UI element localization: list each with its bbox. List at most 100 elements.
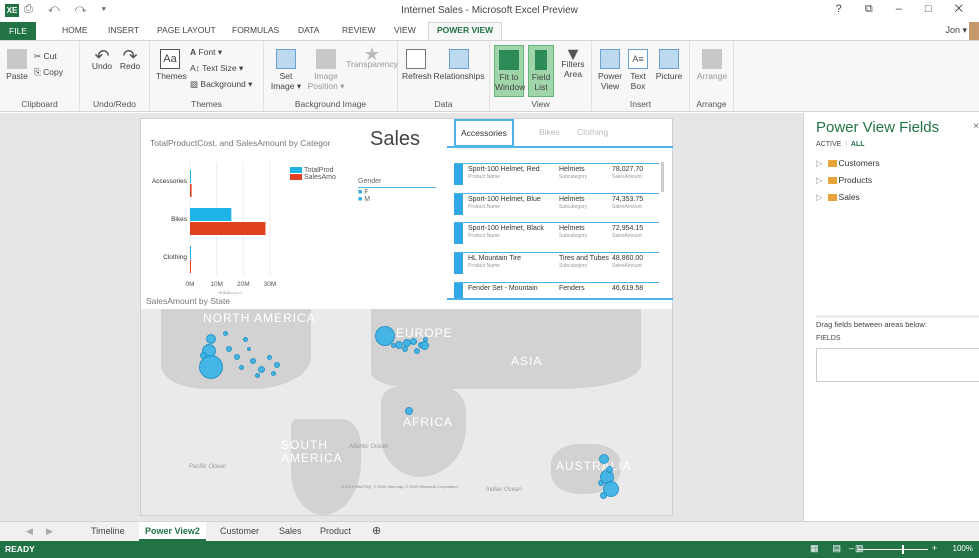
window-controls[interactable]: ? ⧉ – □ ✕ bbox=[836, 3, 973, 16]
map-bubble[interactable] bbox=[605, 465, 613, 473]
tab-file[interactable]: FILE bbox=[0, 22, 36, 40]
legend-swatch bbox=[290, 167, 302, 174]
map-bubble[interactable] bbox=[206, 334, 216, 344]
add-sheet-icon[interactable]: ⊕ bbox=[372, 524, 381, 537]
picture-button[interactable]: Picture bbox=[652, 49, 686, 81]
map-bubble[interactable] bbox=[599, 454, 609, 464]
arrange-button[interactable]: Arrange bbox=[694, 49, 730, 81]
themes-button[interactable]: Aa Themes bbox=[156, 49, 187, 81]
tab-view[interactable]: VIEW bbox=[394, 25, 416, 35]
product-card[interactable]: Fender Set - Mountain Fenders 46,619.58 bbox=[454, 282, 659, 298]
map-bubble[interactable] bbox=[222, 330, 228, 336]
cut-button[interactable]: ✂ Cut bbox=[34, 51, 57, 62]
field-table-sales[interactable]: ▷ Sales bbox=[816, 192, 860, 203]
scroll-left-icon[interactable]: ◀ bbox=[26, 526, 33, 537]
map-bubble[interactable] bbox=[598, 480, 604, 486]
product-card[interactable]: Sport-100 Helmet, Red Helmets 78,027.70 Pro… bbox=[454, 163, 659, 185]
zoom-slider-thumb[interactable] bbox=[902, 545, 904, 554]
bar-chart[interactable]: 0M 10M 20M 30M (Millions) Accessories Bikes Clo… bbox=[140, 148, 290, 294]
fit-to-window-button[interactable]: Fit to Window bbox=[494, 45, 525, 97]
scrollbar[interactable] bbox=[661, 162, 664, 192]
page-title[interactable]: Sales bbox=[370, 128, 420, 151]
zoom-out-icon[interactable]: – bbox=[849, 543, 854, 553]
scroll-right-icon[interactable]: ▶ bbox=[46, 526, 53, 537]
map-bubble[interactable] bbox=[419, 340, 429, 350]
product-card[interactable]: HL Mountain Tire Tires and Tubes 48,860.00… bbox=[454, 252, 659, 274]
sheet-tab-sales[interactable]: Sales bbox=[279, 526, 302, 536]
tile-tab-accessories[interactable]: Accessories bbox=[454, 119, 514, 147]
zoom-level[interactable]: 100% bbox=[953, 544, 973, 553]
map-bubble[interactable] bbox=[270, 370, 276, 376]
zoom-in-icon[interactable]: + bbox=[932, 543, 937, 553]
user-account[interactable]: Jon ▾ bbox=[945, 25, 967, 36]
map-bubble[interactable] bbox=[250, 358, 256, 364]
map-bubble[interactable] bbox=[414, 348, 420, 354]
card-accent bbox=[454, 253, 463, 274]
relationships-button[interactable]: Relationships bbox=[430, 49, 488, 81]
map-bubble[interactable] bbox=[242, 336, 248, 342]
map-bubble[interactable] bbox=[599, 491, 607, 499]
category-label: Accessories bbox=[152, 178, 188, 185]
card-field-label: Subcategory bbox=[559, 233, 588, 239]
transparency-button[interactable]: ★ Transparency bbox=[346, 45, 398, 69]
tab-power-view[interactable]: POWER VIEW bbox=[428, 22, 503, 40]
map-bubble[interactable] bbox=[247, 347, 251, 351]
gender-item-m[interactable]: ■ M bbox=[358, 196, 436, 203]
fields-drop-area[interactable] bbox=[816, 348, 979, 382]
close-icon[interactable]: × bbox=[973, 121, 979, 132]
tab-formulas[interactable]: FORMULAS bbox=[232, 25, 279, 35]
tile-tab-clothing[interactable]: Clothing bbox=[577, 127, 608, 137]
map-bubble[interactable] bbox=[409, 337, 417, 345]
map-bubble[interactable] bbox=[238, 364, 244, 370]
map-bubble[interactable] bbox=[199, 351, 207, 359]
gender-slicer[interactable]: Gender ■ F ■ M bbox=[358, 178, 436, 203]
tab-review[interactable]: REVIEW bbox=[342, 25, 376, 35]
power-view-button[interactable]: Power View bbox=[596, 49, 624, 91]
sheet-tab-power-view2[interactable]: Power View2 bbox=[139, 522, 206, 541]
tab-home[interactable]: HOME bbox=[62, 25, 88, 35]
tab-active-fields[interactable]: ACTIVE bbox=[816, 141, 841, 148]
undo-button[interactable]: ↶ Undo bbox=[90, 47, 114, 71]
background-button[interactable]: ▨ Background ▾ bbox=[190, 79, 252, 90]
sheet-tab-customer[interactable]: Customer bbox=[220, 526, 259, 536]
map-bubble[interactable] bbox=[390, 342, 396, 348]
product-sales-amount: 48,860.00 bbox=[612, 255, 644, 262]
map-bubble[interactable] bbox=[234, 354, 240, 360]
refresh-button[interactable]: Refresh bbox=[402, 49, 432, 81]
gender-item-f[interactable]: ■ F bbox=[358, 187, 436, 196]
tab-data[interactable]: DATA bbox=[298, 25, 319, 35]
card-field-label: SalesAmount bbox=[612, 174, 642, 180]
map-bubble[interactable] bbox=[405, 407, 413, 415]
map-bubble[interactable] bbox=[274, 362, 280, 368]
map-bubble[interactable] bbox=[199, 355, 223, 379]
product-card[interactable]: Sport-100 Helmet, Black Helmets 72,954.15 P… bbox=[454, 222, 659, 244]
text-box-button[interactable]: A≡ Text Box bbox=[626, 49, 650, 91]
avatar[interactable] bbox=[969, 22, 979, 40]
filters-area-button[interactable]: ▼ Filters Area bbox=[558, 45, 588, 79]
sheet-tab-timeline[interactable]: Timeline bbox=[91, 526, 125, 536]
map-bubble[interactable] bbox=[257, 365, 265, 373]
font-button[interactable]: A Font ▾ bbox=[190, 47, 222, 58]
tab-all-fields[interactable]: ALL bbox=[851, 141, 865, 148]
map-bubble[interactable] bbox=[266, 354, 272, 360]
set-image-button[interactable]: Set Image ▾ bbox=[268, 49, 304, 91]
map-visual[interactable]: NORTH AMERICA EUROPE ASIA AFRICA SOUTH A… bbox=[141, 309, 672, 515]
tile-tab-bikes[interactable]: Bikes bbox=[539, 127, 560, 137]
pane-divider[interactable] bbox=[816, 315, 979, 318]
map-bubble[interactable] bbox=[254, 372, 260, 378]
sheet-tab-product[interactable]: Product bbox=[320, 526, 351, 536]
tab-page-layout[interactable]: PAGE LAYOUT bbox=[157, 25, 216, 35]
product-card[interactable]: Sport-100 Helmet, Blue Helmets 74,353.75 Pr… bbox=[454, 193, 659, 215]
redo-button[interactable]: ↷ Redo bbox=[118, 47, 142, 71]
paste-button[interactable]: Paste bbox=[4, 49, 30, 81]
text-size-button[interactable]: A↕ Text Size ▾ bbox=[190, 63, 243, 74]
field-list-button[interactable]: Field List bbox=[528, 45, 554, 97]
field-table-products[interactable]: ▷ Products bbox=[816, 175, 872, 186]
tab-insert[interactable]: INSERT bbox=[108, 25, 139, 35]
map-bubble[interactable] bbox=[226, 346, 232, 352]
image-position-button[interactable]: Image Position ▾ bbox=[306, 49, 346, 91]
copy-button[interactable]: ⎘ Copy bbox=[34, 67, 63, 78]
zoom-slider[interactable] bbox=[858, 549, 928, 550]
field-table-customers[interactable]: ▷ Customers bbox=[816, 158, 880, 169]
map-bubble[interactable] bbox=[402, 346, 408, 352]
